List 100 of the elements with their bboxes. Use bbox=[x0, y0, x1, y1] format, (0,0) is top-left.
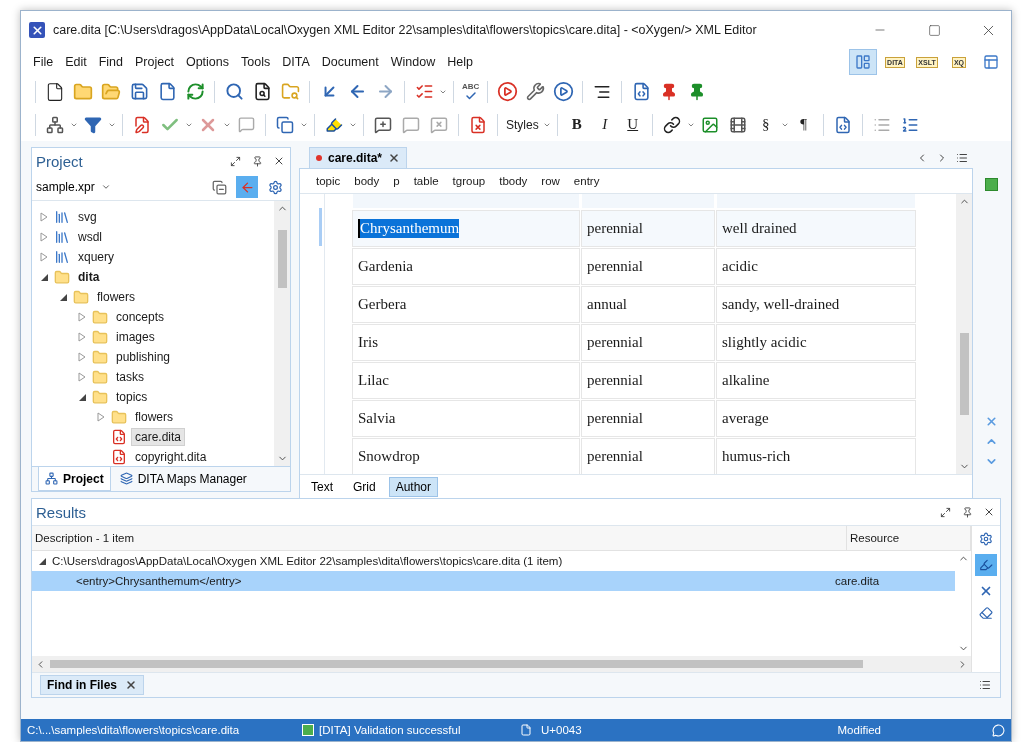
table-cell: well drained bbox=[717, 211, 915, 246]
tree-item[interactable]: tasks bbox=[112, 368, 148, 386]
folder-icon bbox=[92, 369, 108, 385]
menu-item[interactable]: Edit bbox=[59, 53, 93, 71]
close-icon bbox=[388, 152, 401, 164]
close-icon bbox=[125, 679, 137, 691]
tab-list-icon[interactable] bbox=[978, 678, 992, 692]
symbol-button[interactable]: ¶ bbox=[790, 111, 817, 138]
book-icon bbox=[54, 229, 70, 245]
result-row[interactable]: <entry>Chrysanthemum</entry> care.dita bbox=[32, 571, 955, 591]
breadcrumb-item[interactable]: tgroup bbox=[452, 175, 492, 187]
tree-item[interactable]: dita bbox=[74, 268, 104, 286]
results-tab[interactable]: Find in Files bbox=[40, 675, 144, 695]
scrollbar[interactable] bbox=[956, 194, 972, 474]
tree-item[interactable]: xquery bbox=[74, 248, 119, 266]
styles-dropdown[interactable]: Styles bbox=[504, 111, 541, 138]
project-dropdown[interactable]: sample.xpr bbox=[36, 180, 202, 194]
book-icon bbox=[54, 209, 70, 225]
settings-icon[interactable] bbox=[979, 532, 993, 546]
menu-item[interactable]: Options bbox=[179, 53, 236, 71]
restore-icon[interactable] bbox=[938, 505, 952, 519]
highlighter-icon bbox=[979, 558, 993, 572]
breadcrumb-item[interactable]: body bbox=[354, 175, 386, 187]
remove-icon[interactable] bbox=[979, 584, 993, 598]
tree-item[interactable]: flowers bbox=[131, 408, 177, 426]
collapsed-triangle-icon[interactable] bbox=[38, 251, 50, 263]
collapsed-triangle-icon[interactable] bbox=[76, 371, 88, 383]
spellcheck-button[interactable]: ABC bbox=[460, 78, 482, 105]
tree-item[interactable]: wsdl bbox=[74, 228, 106, 246]
menu-item[interactable]: Project bbox=[129, 53, 180, 71]
folder-icon bbox=[92, 389, 108, 405]
mode-tab[interactable]: Author bbox=[388, 477, 439, 497]
breadcrumb-item[interactable]: tbody bbox=[499, 175, 534, 187]
layers-icon bbox=[119, 472, 133, 485]
column-header[interactable]: Description - 1 item bbox=[32, 526, 847, 550]
format-button[interactable]: U bbox=[619, 111, 646, 138]
layout-icon bbox=[983, 54, 999, 70]
tree-item[interactable]: care.dita bbox=[131, 428, 186, 446]
restore-icon[interactable] bbox=[228, 154, 242, 168]
panel-tab[interactable]: DITA Maps Manager bbox=[112, 467, 254, 491]
folder-icon bbox=[92, 329, 108, 345]
collapsed-triangle-icon[interactable] bbox=[38, 231, 50, 243]
breadcrumb-item[interactable]: p bbox=[393, 175, 406, 187]
messages-icon[interactable] bbox=[991, 723, 1005, 737]
menu-item[interactable]: File bbox=[27, 53, 60, 71]
column-header[interactable]: Resource bbox=[847, 526, 971, 550]
breadcrumb-item[interactable]: table bbox=[413, 175, 445, 187]
settings-icon bbox=[267, 179, 283, 195]
menu-item[interactable]: Find bbox=[92, 53, 130, 71]
folder-icon bbox=[92, 309, 108, 325]
tree-item[interactable]: svg bbox=[74, 208, 101, 226]
xml-file-icon bbox=[111, 449, 127, 465]
breadcrumb-item[interactable]: entry bbox=[573, 175, 606, 187]
collapsed-triangle-icon[interactable] bbox=[95, 411, 107, 423]
collapsed-triangle-icon[interactable] bbox=[76, 311, 88, 323]
symbol-button[interactable]: § bbox=[752, 111, 779, 138]
xml-file-icon bbox=[111, 429, 127, 445]
panel-tab[interactable]: Project bbox=[38, 467, 111, 491]
tree-item[interactable]: copyright.dita bbox=[131, 448, 211, 466]
status-path: C:\...\samples\dita\flowers\topics\care.dita bbox=[27, 724, 241, 736]
breadcrumb-item[interactable]: row bbox=[541, 175, 566, 187]
format-button[interactable]: I bbox=[591, 111, 618, 138]
menu-item[interactable]: Tools bbox=[235, 53, 277, 71]
folder-icon bbox=[111, 409, 127, 425]
tree-item[interactable]: concepts bbox=[112, 308, 169, 326]
highlight-button[interactable] bbox=[975, 554, 997, 576]
collapsed-triangle-icon[interactable] bbox=[38, 211, 50, 223]
perspective-button[interactable] bbox=[849, 49, 877, 75]
scrollbar[interactable] bbox=[274, 201, 290, 466]
menu-item[interactable]: DITA bbox=[276, 53, 316, 71]
menu-item[interactable]: Window bbox=[384, 53, 442, 71]
document-icon bbox=[519, 723, 533, 737]
panel-title: Project bbox=[36, 152, 84, 170]
window-title: care.dita [C:\Users\dragos\AppData\Local\Oxygen XML Editor 22\samples\dita\flowers\topics\care.dita] - <oXygen/> XML Editor bbox=[53, 23, 758, 37]
mode-tab[interactable]: Grid bbox=[346, 477, 383, 497]
scrollbar[interactable] bbox=[32, 656, 971, 672]
collapsed-triangle-icon[interactable] bbox=[76, 331, 88, 343]
mode-tab[interactable]: Text bbox=[304, 477, 340, 497]
tree-item[interactable]: images bbox=[112, 328, 159, 346]
tree-item[interactable]: flowers bbox=[93, 288, 139, 306]
menu-item[interactable]: Help bbox=[441, 53, 479, 71]
result-group[interactable]: C:\Users\dragos\AppData\Local\Oxygen XML Editor 22\samples\dita\flowers\topics\care.dita (1 item) bbox=[52, 555, 563, 567]
layout-icon bbox=[855, 54, 871, 70]
breadcrumb-item[interactable]: topic bbox=[316, 175, 347, 187]
tree-item[interactable]: publishing bbox=[112, 348, 175, 366]
menu-item[interactable]: Document bbox=[315, 53, 385, 71]
collapse-icon bbox=[211, 179, 227, 195]
scroll-thumb[interactable] bbox=[959, 333, 969, 415]
editor-tab[interactable]: care.dita* bbox=[309, 147, 408, 168]
scroll-thumb[interactable] bbox=[277, 229, 287, 288]
tree-item[interactable]: topics bbox=[112, 388, 152, 406]
caret-icon bbox=[100, 182, 111, 192]
status-validation: [DITA] Validation successful bbox=[319, 724, 462, 736]
collapsed-triangle-icon[interactable] bbox=[76, 351, 88, 363]
folder-icon bbox=[92, 349, 108, 365]
table-cell: Chrysanthemum bbox=[353, 211, 579, 246]
format-button[interactable]: B bbox=[563, 111, 590, 138]
folder-icon bbox=[54, 269, 70, 285]
validation-indicator bbox=[984, 178, 998, 191]
book-icon bbox=[54, 249, 70, 265]
